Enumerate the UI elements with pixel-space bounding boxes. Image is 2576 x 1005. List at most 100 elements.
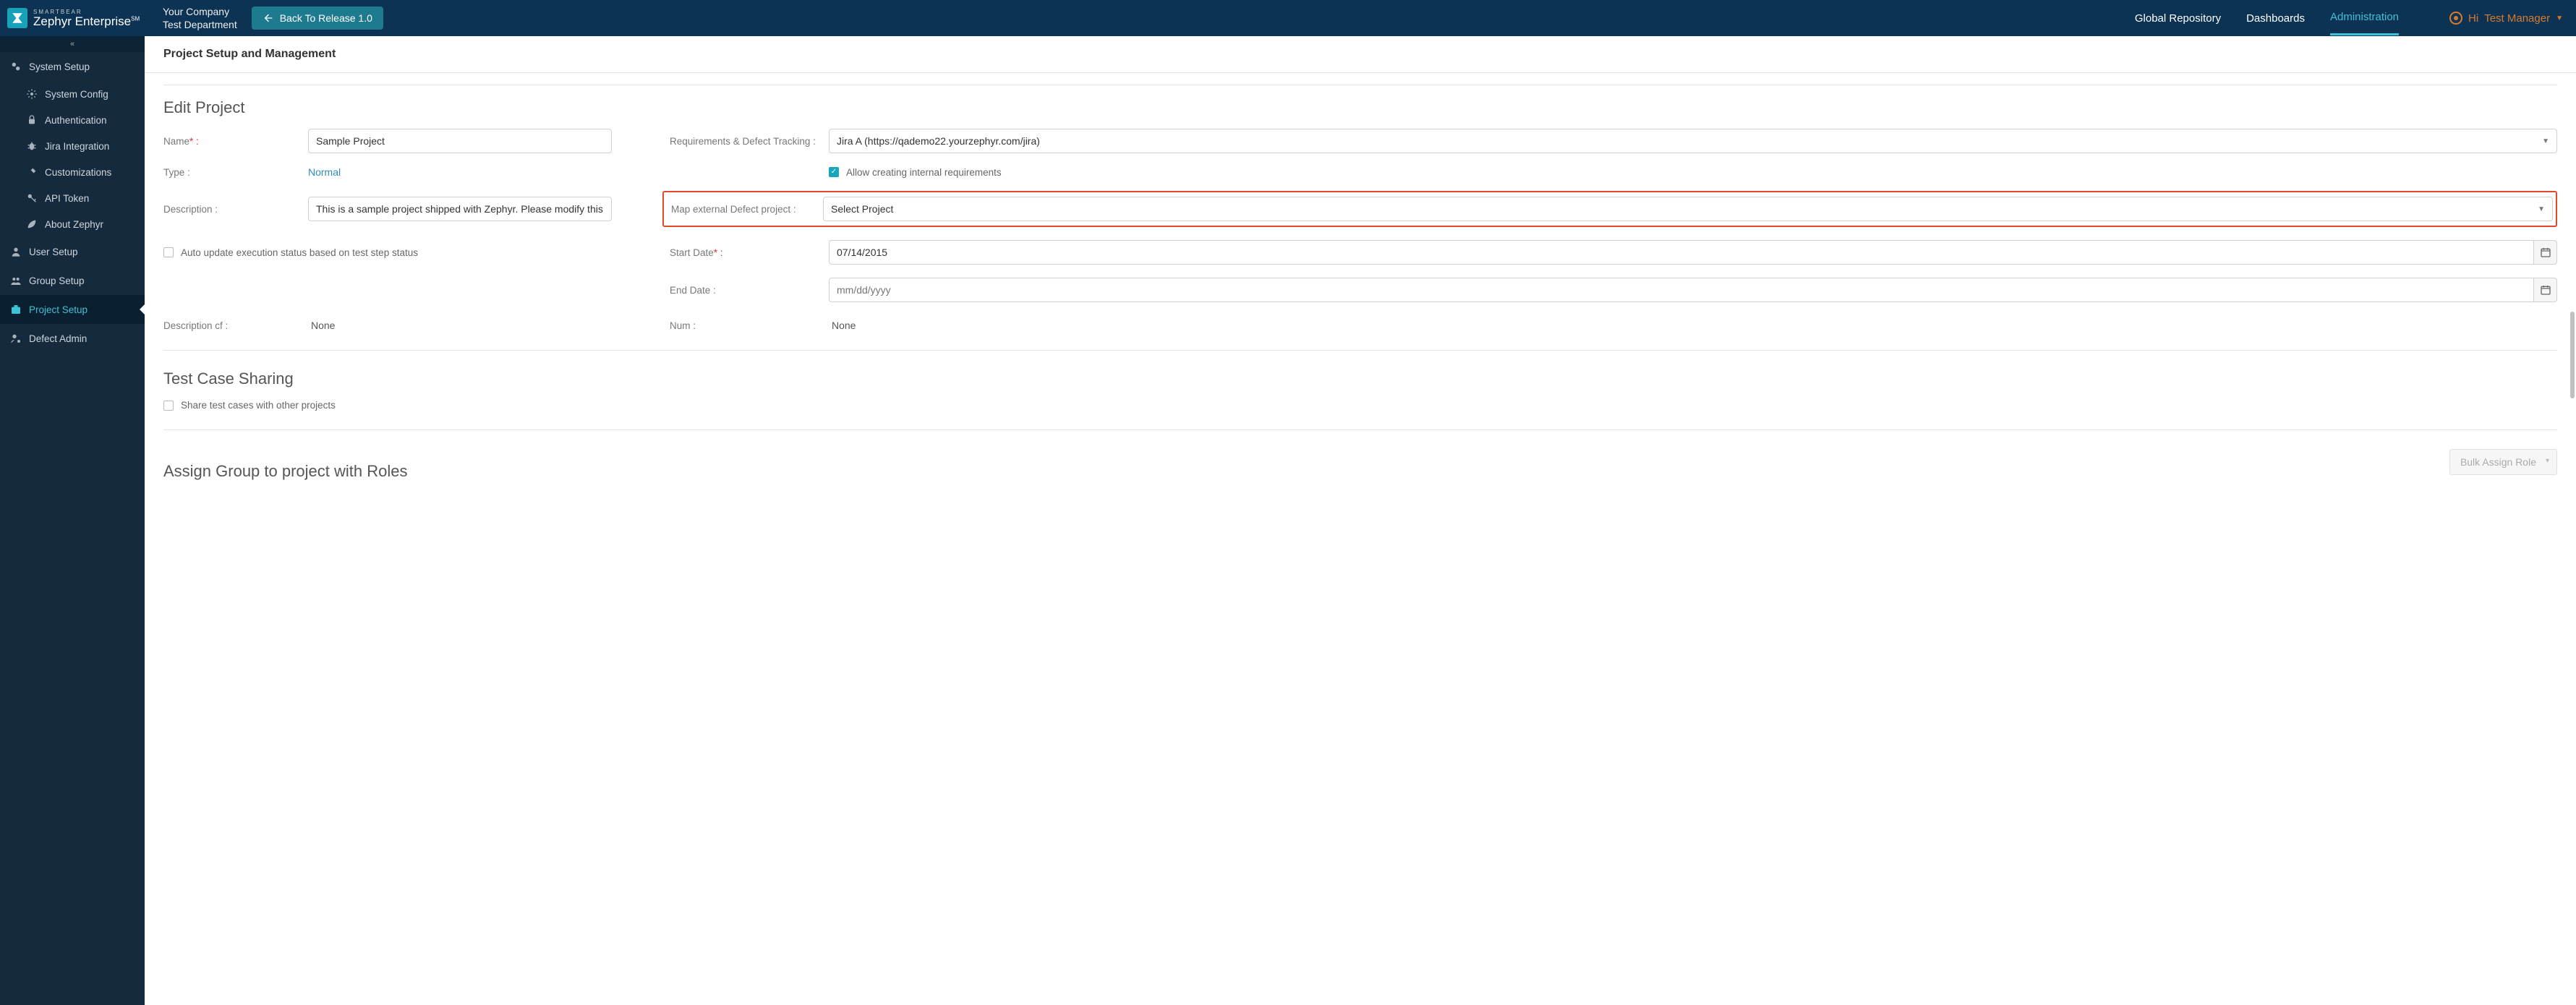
map-external-value: Select Project [831, 203, 893, 215]
sidebar-label: Authentication [45, 115, 107, 126]
user-gear-icon [10, 333, 22, 344]
tools-icon [26, 166, 38, 178]
project-description-input[interactable] [308, 197, 612, 221]
arrow-left-icon [263, 12, 274, 24]
num-label: Num : [670, 320, 829, 331]
end-date-picker-button[interactable] [2534, 278, 2557, 302]
sidebar-item-authentication[interactable]: Authentication [0, 107, 145, 133]
bulk-assign-role-button[interactable]: Bulk Assign Role [2449, 449, 2557, 475]
project-type-value: Normal [308, 166, 612, 178]
user-name: Test Manager [2484, 12, 2550, 25]
map-external-label: Map external Defect project : [664, 204, 823, 215]
sidebar-item-defect-admin[interactable]: Defect Admin [0, 324, 145, 353]
brand-logo[interactable]: SMARTBEAR Zephyr EnterpriseSM [0, 8, 145, 28]
company-block: Your Company Test Department [145, 5, 237, 31]
sidebar-label: About Zephyr [45, 219, 103, 230]
company-line1: Your Company [163, 5, 237, 18]
brand-text: SMARTBEAR Zephyr EnterpriseSM [33, 9, 140, 27]
start-date-label: Start Date* : [670, 247, 829, 258]
start-date-input[interactable] [829, 240, 2534, 265]
checkbox-unchecked-icon [163, 247, 174, 257]
map-external-project-select[interactable]: Select Project ▼ [823, 197, 2553, 221]
chevron-down-icon: ▼ [2538, 205, 2545, 213]
back-button-label: Back To Release 1.0 [280, 12, 372, 24]
page-title: Project Setup and Management [145, 36, 2576, 73]
name-label: Name* : [163, 136, 308, 147]
leaf-icon [26, 218, 38, 230]
sidebar-label: Jira Integration [45, 141, 109, 152]
calendar-icon [2540, 284, 2551, 296]
req-tracking-select[interactable]: Jira A (https://qademo22.yourzephyr.com/… [829, 129, 2557, 153]
topbar: SMARTBEAR Zephyr EnterpriseSM Your Compa… [0, 0, 2576, 36]
content-area: Edit Project Name* : Requirements & Defe… [145, 73, 2576, 1005]
chevron-down-icon: ▼ [2542, 137, 2549, 145]
top-nav: Global Repository Dashboards Administrat… [2135, 1, 2563, 35]
description-cf-label: Description cf : [163, 320, 308, 331]
bulk-assign-label: Bulk Assign Role [2460, 456, 2536, 468]
sidebar-label: Defect Admin [29, 333, 87, 344]
sidebar-item-api-token[interactable]: API Token [0, 185, 145, 211]
req-tracking-value: Jira A (https://qademo22.yourzephyr.com/… [837, 135, 1040, 147]
key-icon [26, 192, 38, 204]
bug-icon [26, 140, 38, 152]
sidebar-label: Customizations [45, 167, 111, 178]
sidebar-item-project-setup[interactable]: Project Setup [0, 295, 145, 324]
main: Project Setup and Management Edit Projec… [145, 36, 2576, 1005]
nav-global-repository[interactable]: Global Repository [2135, 2, 2221, 35]
sidebar-item-system-setup[interactable]: System Setup [0, 52, 145, 81]
end-date-label: End Date : [670, 285, 829, 296]
sidebar-label: API Token [45, 193, 89, 204]
num-value: None [829, 320, 2557, 331]
sidebar-collapse-toggle[interactable]: « [0, 36, 145, 52]
allow-internal-label: Allow creating internal requirements [846, 167, 1002, 178]
user-menu[interactable]: Hi Test Manager ▼ [2449, 12, 2563, 25]
gear-group-icon [10, 61, 22, 72]
calendar-icon [2540, 247, 2551, 258]
map-external-highlight: Map external Defect project : Select Pro… [662, 191, 2557, 227]
user-avatar-icon [2449, 12, 2462, 25]
project-name-input[interactable] [308, 129, 612, 153]
back-to-release-button[interactable]: Back To Release 1.0 [252, 7, 383, 30]
type-label: Type : [163, 167, 308, 178]
sidebar-label: Group Setup [29, 275, 85, 286]
user-icon [10, 246, 22, 257]
checkbox-checked-icon [829, 167, 839, 177]
gear-icon [26, 88, 38, 100]
nav-dashboards[interactable]: Dashboards [2246, 2, 2305, 35]
share-test-cases-toggle[interactable]: Share test cases with other projects [163, 400, 2557, 411]
section-assign-group-title: Assign Group to project with Roles [163, 462, 408, 481]
section-edit-project-title: Edit Project [163, 98, 2557, 117]
req-tracking-label: Requirements & Defect Tracking : [670, 136, 829, 147]
lock-icon [26, 114, 38, 126]
description-label: Description : [163, 204, 308, 215]
section-test-case-sharing-title: Test Case Sharing [163, 369, 2557, 388]
description-cf-value: None [308, 320, 612, 331]
nav-administration[interactable]: Administration [2330, 1, 2399, 35]
sidebar-item-group-setup[interactable]: Group Setup [0, 266, 145, 295]
sidebar-item-about-zephyr[interactable]: About Zephyr [0, 211, 145, 237]
user-greeting: Hi [2468, 12, 2478, 25]
sidebar-label: Project Setup [29, 304, 88, 315]
start-date-picker-button[interactable] [2534, 240, 2557, 265]
share-test-cases-label: Share test cases with other projects [181, 400, 336, 411]
allow-internal-req-toggle[interactable]: Allow creating internal requirements [829, 167, 2557, 178]
auto-update-label: Auto update execution status based on te… [181, 247, 418, 258]
sidebar-item-jira-integration[interactable]: Jira Integration [0, 133, 145, 159]
project-icon [10, 304, 22, 315]
sidebar-label: System Config [45, 89, 108, 100]
end-date-input[interactable] [829, 278, 2534, 302]
scrollbar[interactable] [2570, 312, 2575, 398]
sidebar-item-user-setup[interactable]: User Setup [0, 237, 145, 266]
sidebar-label: User Setup [29, 247, 78, 257]
company-line2: Test Department [163, 18, 237, 31]
edit-project-form: Name* : Requirements & Defect Tracking :… [163, 129, 2557, 331]
sidebar-label: System Setup [29, 61, 90, 72]
auto-update-toggle[interactable]: Auto update execution status based on te… [163, 247, 612, 258]
sidebar-item-customizations[interactable]: Customizations [0, 159, 145, 185]
sidebar: « System Setup System Config Authenticat… [0, 36, 145, 1005]
sidebar-item-system-config[interactable]: System Config [0, 81, 145, 107]
users-icon [10, 275, 22, 286]
checkbox-unchecked-icon [163, 401, 174, 411]
chevron-down-icon: ▼ [2556, 14, 2563, 22]
brand-icon [7, 8, 27, 28]
